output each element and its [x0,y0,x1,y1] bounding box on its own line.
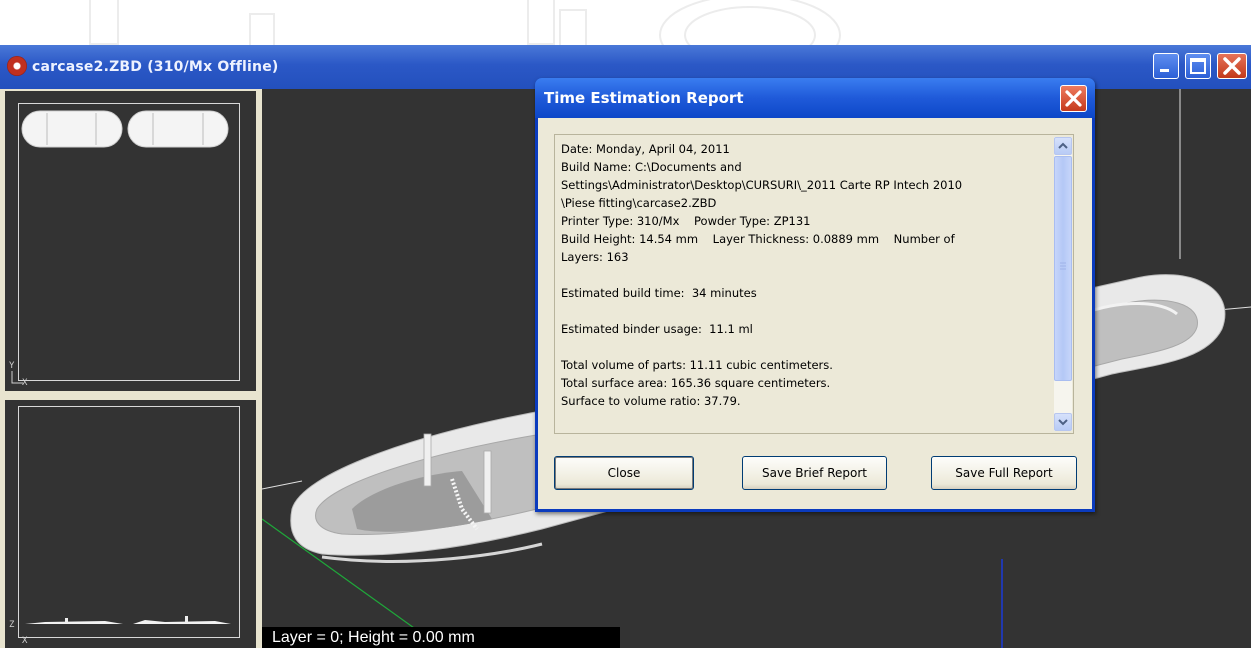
time-estimation-dialog: Time Estimation Report Date: Monday, Apr… [535,78,1095,512]
z-axis-label: Z [9,620,15,630]
report-line: Surface to volume ratio: 37.79. [561,394,741,408]
report-text: Date: Monday, April 04, 2011 Build Name: … [561,140,1051,410]
report-line: Settings\Administrator\Desktop\CURSURI\_… [561,178,963,192]
maximize-icon [1190,58,1206,74]
front-view-parts [25,616,231,624]
scroll-thumb[interactable] [1054,156,1072,381]
report-line: Build Name: C:\Documents and [561,160,742,174]
top-view[interactable]: Y X [5,91,256,391]
side-views-panel: Y X Z X [0,89,262,648]
report-line [561,302,1051,320]
chevron-down-icon [1058,419,1068,426]
close-window-button[interactable] [1217,53,1247,79]
report-line: \Piese fitting\carcase2.ZBD [561,196,717,210]
report-line: Layers: 163 [561,250,629,264]
dialog-body: Date: Monday, April 04, 2011 Build Name: … [538,118,1092,509]
report-line: Total surface area: 165.36 square centim… [561,376,831,390]
dialog-close-button[interactable] [1060,85,1087,112]
close-button[interactable]: Close [554,456,694,490]
maximize-button[interactable] [1185,53,1211,79]
window-title: carcase2.ZBD (310/Mx Offline) [32,59,279,75]
dialog-title: Time Estimation Report [544,89,744,107]
report-line: Estimated build time: 34 minutes [561,286,757,300]
x-axis-label-front: X [22,636,28,646]
watermark-graphic [89,0,841,45]
app-icon[interactable] [7,56,27,76]
status-bar: Layer = 0; Height = 0.00 mm [262,627,620,648]
minimize-icon [1160,69,1169,72]
close-icon [1065,90,1082,107]
grip-icon [1060,262,1066,270]
scroll-up-button[interactable] [1054,137,1072,155]
report-line: Estimated binder usage: 11.1 ml [561,322,753,336]
report-line [561,338,1051,356]
axis-arrows-icon [11,371,23,384]
report-scrollbar[interactable] [1054,137,1072,431]
chevron-up-icon [1058,142,1068,149]
save-brief-report-button[interactable]: Save Brief Report [742,456,887,490]
save-full-report-button[interactable]: Save Full Report [931,456,1077,490]
scroll-down-button[interactable] [1054,413,1072,431]
report-line: Total volume of parts: 11.11 cubic centi… [561,358,833,372]
report-line: Date: Monday, April 04, 2011 [561,142,730,156]
top-view-parts [21,110,229,148]
dialog-titlebar[interactable]: Time Estimation Report [535,78,1095,118]
report-line: Build Height: 14.54 mm Layer Thickness: … [561,232,955,246]
close-icon [1223,57,1241,75]
report-line [561,266,1051,284]
minimize-button[interactable] [1153,53,1179,79]
report-textbox[interactable]: Date: Monday, April 04, 2011 Build Name: … [554,134,1074,434]
report-line: Printer Type: 310/Mx Powder Type: ZP131 [561,214,811,228]
front-view[interactable]: Z X [5,400,256,648]
